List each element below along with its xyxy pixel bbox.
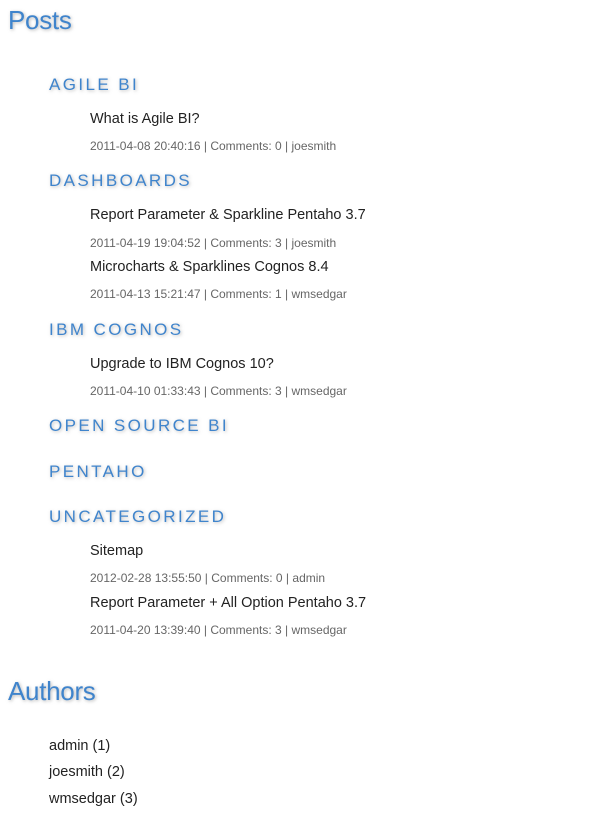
post-comments: Comments: 0 (210, 139, 282, 153)
post-author: joesmith (291, 236, 337, 250)
post-author: admin (292, 571, 326, 585)
post-link[interactable]: Sitemap (90, 543, 143, 559)
author-list-item: joesmith (2) (49, 764, 125, 780)
category-heading-ibm-cognos[interactable]: IBM COGNOS (49, 320, 184, 340)
category-heading-uncategorized[interactable]: UNCATEGORIZED (49, 507, 226, 527)
author-list-item: admin (1) (49, 738, 110, 754)
author-link[interactable]: wmsedgar (49, 791, 116, 807)
author-post-count: (3) (119, 791, 138, 807)
post-meta: 2012-02-28 13:55:50 | Comments: 0 | admi… (90, 571, 326, 585)
post-link[interactable]: Upgrade to IBM Cognos 10? (90, 356, 274, 372)
category-heading-agile-bi[interactable]: AGILE BI (49, 75, 139, 95)
post-link[interactable]: Report Parameter & Sparkline Pentaho 3.7 (90, 207, 366, 223)
post-comments: Comments: 0 (211, 571, 283, 585)
post-date: 2011-04-19 19:04:52 (90, 236, 201, 250)
post-comments: Comments: 1 (210, 287, 282, 301)
post-link[interactable]: Microcharts & Sparklines Cognos 8.4 (90, 259, 329, 275)
post-comments: Comments: 3 (210, 236, 282, 250)
author-post-count: (2) (107, 764, 125, 780)
post-date: 2011-04-20 13:39:40 (90, 623, 201, 637)
authors-heading: Authors (8, 676, 96, 706)
posts-heading: Posts (8, 5, 72, 35)
post-link[interactable]: Report Parameter + All Option Pentaho 3.… (90, 595, 366, 611)
post-comments: Comments: 3 (210, 384, 282, 398)
category-heading-dashboards[interactable]: DASHBOARDS (49, 171, 192, 191)
post-date: 2011-04-13 15:21:47 (90, 287, 201, 301)
post-meta: 2011-04-10 01:33:43 | Comments: 3 | wmse… (90, 384, 347, 398)
post-meta: 2011-04-19 19:04:52 | Comments: 3 | joes… (90, 236, 337, 250)
author-post-count: (1) (92, 738, 111, 754)
post-meta: 2011-04-08 20:40:16 | Comments: 0 | joes… (90, 139, 337, 153)
post-date: 2011-04-08 20:40:16 (90, 139, 201, 153)
post-author: wmsedgar (291, 623, 347, 637)
author-link[interactable]: admin (49, 738, 89, 754)
post-author: wmsedgar (291, 384, 347, 398)
author-list-item: wmsedgar (3) (49, 791, 138, 807)
post-comments: Comments: 3 (210, 623, 282, 637)
post-meta: 2011-04-20 13:39:40 | Comments: 3 | wmse… (90, 623, 347, 637)
post-link[interactable]: What is Agile BI? (90, 111, 200, 127)
post-meta: 2011-04-13 15:21:47 | Comments: 1 | wmse… (90, 287, 347, 301)
post-author: joesmith (291, 139, 337, 153)
category-heading-open-source-bi[interactable]: OPEN SOURCE BI (49, 416, 229, 436)
post-author: wmsedgar (291, 287, 347, 301)
author-link[interactable]: joesmith (49, 764, 103, 780)
category-heading-pentaho[interactable]: PENTAHO (49, 462, 147, 482)
post-date: 2011-04-10 01:33:43 (90, 384, 201, 398)
sitemap-page: Posts AGILE BI What is Agile BI? 2011-04… (0, 0, 612, 824)
post-date: 2012-02-28 13:55:50 (90, 571, 202, 585)
